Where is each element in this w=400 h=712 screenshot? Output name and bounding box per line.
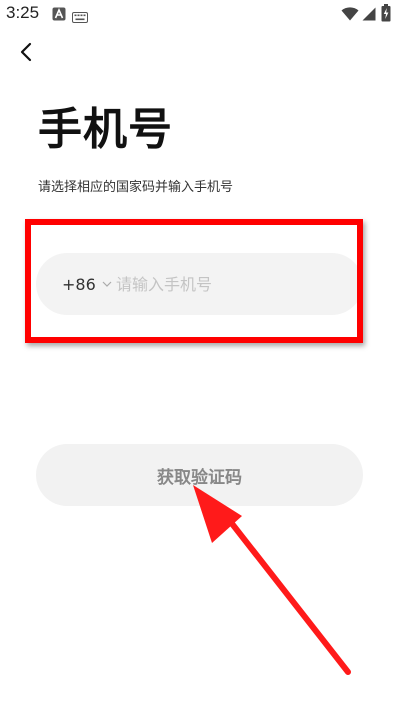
get-code-button[interactable]: 获取验证码 — [36, 444, 363, 506]
country-code-value: +86 — [62, 274, 96, 294]
keyboard-icon — [72, 8, 88, 27]
country-code-selector[interactable]: +86 — [62, 253, 112, 315]
back-button[interactable] — [12, 40, 40, 68]
page-title: 手机号 — [38, 104, 173, 155]
status-bar: 3:25 — [0, 0, 400, 28]
status-time: 3:25 — [6, 3, 40, 22]
battery-icon — [381, 4, 391, 26]
cell-signal-icon — [362, 6, 376, 25]
chevron-down-icon — [102, 281, 112, 287]
phone-field: +86 — [36, 253, 363, 315]
page-subtitle: 请选择相应的国家码并输入手机号 — [38, 180, 234, 195]
back-chevron-icon — [19, 42, 33, 66]
phone-number-input[interactable] — [116, 253, 346, 315]
wifi-icon — [341, 6, 359, 25]
notification-a-icon — [52, 6, 66, 25]
